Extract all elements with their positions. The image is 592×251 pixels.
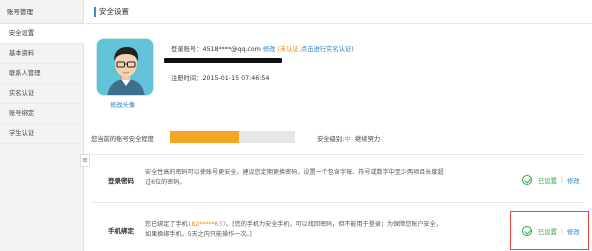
phone-binding-title: 手机绑定	[108, 227, 134, 235]
security-level-value: 中	[344, 136, 351, 143]
sidebar-item-realname[interactable]: 实名认证	[0, 84, 83, 104]
avatar-image	[97, 39, 153, 95]
check-circle-icon	[522, 175, 532, 185]
edit-password-link[interactable]: 修改	[567, 176, 580, 185]
header-accent-bar	[94, 7, 96, 17]
verify-status: (未认证,	[277, 46, 301, 53]
highlight-box	[510, 211, 589, 250]
sidebar-item-account-binding[interactable]: 账号绑定	[0, 104, 83, 124]
login-account-label: 登录账号：	[171, 46, 203, 53]
sidebar-item-contacts[interactable]: 联系人管理	[0, 64, 83, 84]
change-avatar-link[interactable]: 修改头像	[110, 100, 135, 109]
main-header: 安全设置	[85, 0, 592, 24]
login-password-status: 已设置 | 修改	[522, 175, 580, 185]
login-password-description: 安全性高的密码可以使账号更安全。建议您定期更换密码，设置一个包含字母、符号或数字…	[145, 169, 444, 186]
register-time-label: 注册时间：	[171, 75, 203, 82]
sidebar-item-student[interactable]: 学生认证	[0, 124, 83, 144]
security-level-indicator: 安全级别:中	[317, 134, 351, 143]
sidebar-item-basic-info[interactable]: 基本资料	[0, 44, 83, 64]
security-level-hint: 继续努力	[355, 136, 381, 143]
phone-desc-pre: 您已绑定了手机	[145, 221, 188, 228]
security-progress-fill	[170, 131, 239, 143]
redacted-block	[164, 58, 282, 63]
register-time-value: 2015-01-15 07:46:54	[202, 75, 270, 82]
divider	[91, 202, 584, 203]
login-password-title: 登录密码	[108, 177, 134, 185]
login-account-value: 4518****@qq.com	[202, 46, 261, 53]
bound-phone-number: 182*****637	[187, 221, 227, 228]
phone-binding-description: 您已绑定了手机182*****637。[您的手机为安全手机，可以找回密码，但不能…	[145, 220, 445, 240]
status-set-text: 已设置	[538, 177, 557, 185]
security-progress-bar	[170, 131, 295, 143]
avatar[interactable]	[96, 38, 154, 96]
sidebar-collapse-handle[interactable]: ≡	[80, 154, 90, 167]
login-account-row: 登录账号：4518****@qq.com 修改 (未认证,点击进行实名认证)	[171, 44, 354, 53]
edit-account-link[interactable]: 修改	[263, 46, 276, 53]
register-time-row: 注册时间：2015-01-15 07:46:54	[171, 73, 269, 82]
page-title: 安全设置	[99, 7, 129, 16]
divider	[91, 154, 584, 155]
sidebar-item-security-settings[interactable]: 安全设置	[0, 24, 84, 44]
security-level-prefix: 安全级别:	[317, 136, 345, 143]
security-level-label: 您当前的账号安全程度	[91, 136, 154, 143]
sidebar: 账号管理 安全设置 基本资料 联系人管理 实名认证 账号绑定 学生认证	[0, 0, 84, 251]
separator: |	[560, 176, 564, 184]
realname-verify-link[interactable]: 点击进行实名认证)	[301, 46, 354, 53]
sidebar-heading: 账号管理	[0, 0, 83, 24]
